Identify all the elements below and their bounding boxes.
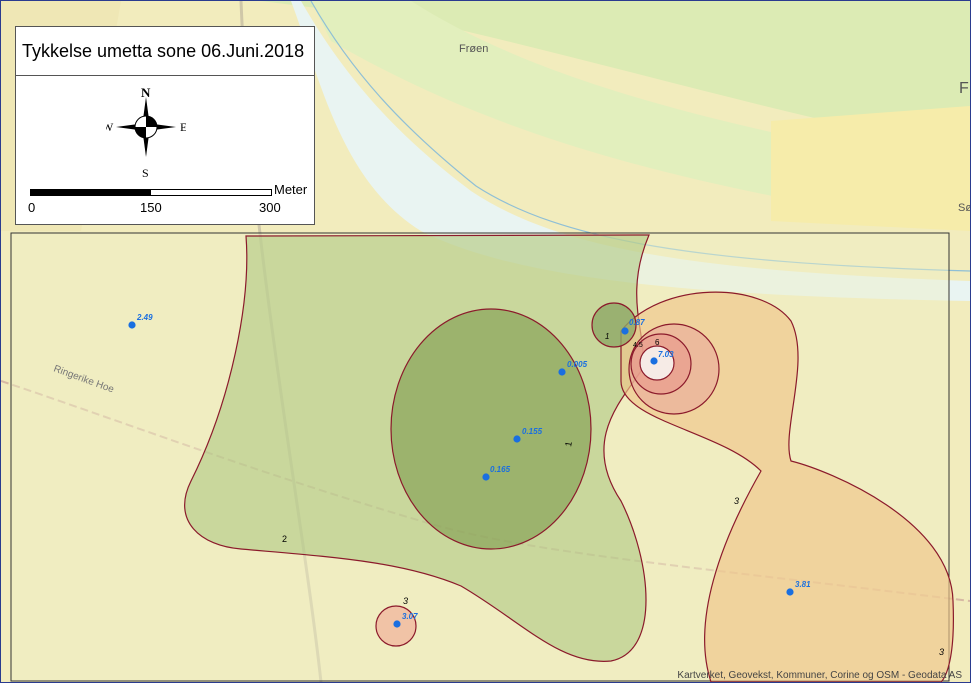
- point-marker: [482, 473, 490, 481]
- contour-label: 3: [939, 647, 944, 657]
- point-marker: [558, 368, 566, 376]
- point-label: 3.07: [402, 612, 418, 621]
- compass-rose-icon: N S W E: [106, 87, 186, 180]
- map-legend: Tykkelse umetta sone 06.Juni.2018 N S W …: [15, 26, 315, 225]
- point-label: 0.165: [490, 465, 511, 474]
- compass-north: N: [141, 87, 151, 100]
- compass-south: S: [142, 166, 149, 180]
- contour-label: 1: [605, 332, 609, 341]
- point-label: 3.81: [795, 580, 811, 589]
- contour-label: 3: [403, 596, 408, 606]
- place-label: F: [959, 80, 969, 97]
- compass-east: E: [180, 120, 186, 134]
- map-title: Tykkelse umetta sone 06.Juni.2018: [16, 27, 314, 76]
- scale-tick: 300: [259, 200, 281, 215]
- scale-tick: 150: [140, 200, 162, 215]
- scale-bar-segment: [30, 189, 150, 196]
- point-label: 0.155: [522, 427, 543, 436]
- zone-under-1: [390, 308, 592, 550]
- contour-label: 2: [282, 534, 287, 544]
- contour-label: 6: [655, 338, 660, 347]
- point-marker: [650, 357, 658, 365]
- point-marker: [393, 620, 401, 628]
- scale-tick: 0: [28, 200, 36, 215]
- contour-label: 4.5: [633, 342, 643, 349]
- place-label: Sø: [958, 202, 970, 214]
- point-label: 7.03: [658, 350, 674, 359]
- point-label: 2.49: [136, 313, 153, 322]
- map-frame[interactable]: Frøen Ringerike Hoe F Sø 1 2 3 3 3 1 4.5…: [0, 0, 971, 683]
- field: [771, 106, 970, 231]
- point-label: 0.87: [629, 318, 645, 327]
- map-attribution: Kartverket, Geovekst, Kommuner, Corine o…: [677, 670, 962, 681]
- contour-label: 3: [734, 496, 739, 506]
- point-marker: [513, 435, 521, 443]
- compass-west: W: [106, 120, 114, 134]
- point-label: 0.005: [567, 360, 588, 369]
- point-marker: [786, 588, 794, 596]
- point-marker: [621, 327, 629, 335]
- place-label: Frøen: [459, 43, 488, 55]
- point-marker: [128, 321, 136, 329]
- scale-bar-segment: [150, 189, 272, 196]
- scale-unit: Meter: [274, 182, 308, 197]
- scale-bar: Meter 0 150 300: [28, 182, 307, 217]
